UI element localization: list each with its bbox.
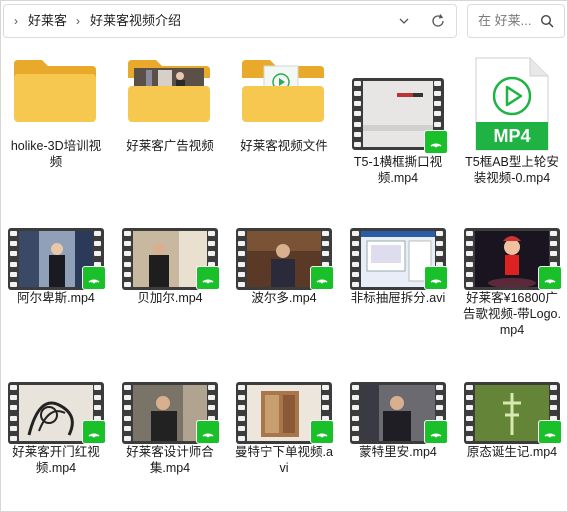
item-label: 波尔多.mp4 — [251, 291, 317, 305]
item-label: 好莱客视频文件 — [240, 139, 328, 153]
mp4-badge-text: MP4 — [493, 126, 531, 146]
video-app-badge-icon — [538, 266, 562, 290]
item-label: 好莱客广告视频 — [126, 139, 214, 153]
mp4-file-item[interactable]: MP4 T5框AB型上轮安装视频-0.mp4 — [460, 46, 564, 186]
video-app-badge-icon — [310, 420, 334, 444]
video-app-badge-icon — [538, 420, 562, 444]
video-item[interactable]: 曼特宁下单视频.avi — [232, 376, 336, 476]
item-label: holike-3D培训视频 — [10, 139, 102, 169]
video-item[interactable]: 非标抽屉拆分.avi — [346, 222, 450, 306]
video-item[interactable]: 波尔多.mp4 — [232, 222, 336, 306]
search-icon[interactable] — [540, 14, 554, 28]
folder-icon — [14, 60, 96, 122]
folder-item[interactable]: holike-3D培训视频 — [4, 46, 108, 170]
item-label: 非标抽屉拆分.avi — [350, 291, 446, 305]
chevron-right-icon: › — [14, 14, 18, 28]
folder-item[interactable]: 好莱客视频文件 — [232, 46, 336, 154]
video-app-badge-icon — [424, 420, 448, 444]
video-item[interactable]: T5-1横框撕口视频.mp4 — [346, 46, 450, 186]
breadcrumb-holike[interactable]: 好莱客 — [28, 5, 67, 37]
item-label: 好莱客开门红视频.mp4 — [12, 445, 100, 475]
video-item[interactable]: 原态诞生记.mp4 — [460, 376, 564, 460]
folder-icon — [128, 60, 210, 122]
item-label: 曼特宁下单视频.avi — [235, 445, 333, 475]
item-label: T5-1横框撕口视频.mp4 — [353, 155, 443, 185]
video-app-badge-icon — [82, 420, 106, 444]
item-label: 好莱客设计师合集.mp4 — [126, 445, 214, 475]
breadcrumb-current[interactable]: 好莱客视频介绍 — [90, 5, 181, 37]
item-label: T5框AB型上轮安装视频-0.mp4 — [465, 155, 559, 185]
video-app-badge-icon — [196, 266, 220, 290]
video-app-badge-icon — [82, 266, 106, 290]
video-item[interactable]: 阿尔卑斯.mp4 — [4, 222, 108, 306]
item-label: 蒙特里安.mp4 — [359, 445, 437, 459]
video-app-badge-icon — [424, 130, 448, 154]
video-app-badge-icon — [424, 266, 448, 290]
folder-icon — [242, 60, 324, 122]
search-box[interactable]: 在 好莱... — [467, 4, 565, 38]
video-item[interactable]: 贝加尔.mp4 — [118, 222, 222, 306]
video-app-badge-icon — [196, 420, 220, 444]
video-app-badge-icon — [310, 266, 334, 290]
item-label: 贝加尔.mp4 — [137, 291, 203, 305]
item-label: 好莱客¥16800广告歌视频-带Logo.mp4 — [463, 291, 561, 337]
address-bar[interactable]: › 好莱客 › 好莱客视频介绍 — [3, 4, 457, 38]
refresh-icon[interactable] — [430, 13, 446, 29]
folder-item[interactable]: 好莱客广告视频 — [118, 46, 222, 154]
chevron-down-icon[interactable] — [398, 15, 410, 27]
video-item[interactable]: 好莱客开门红视频.mp4 — [4, 376, 108, 476]
video-item[interactable]: 好莱客设计师合集.mp4 — [118, 376, 222, 476]
item-label: 原态诞生记.mp4 — [466, 445, 558, 459]
search-input[interactable]: 在 好莱... — [478, 5, 531, 37]
chevron-right-icon: › — [76, 14, 80, 28]
video-item[interactable]: 好莱客¥16800广告歌视频-带Logo.mp4 — [460, 222, 564, 338]
item-label: 阿尔卑斯.mp4 — [17, 291, 95, 305]
video-item[interactable]: 蒙特里安.mp4 — [346, 376, 450, 460]
